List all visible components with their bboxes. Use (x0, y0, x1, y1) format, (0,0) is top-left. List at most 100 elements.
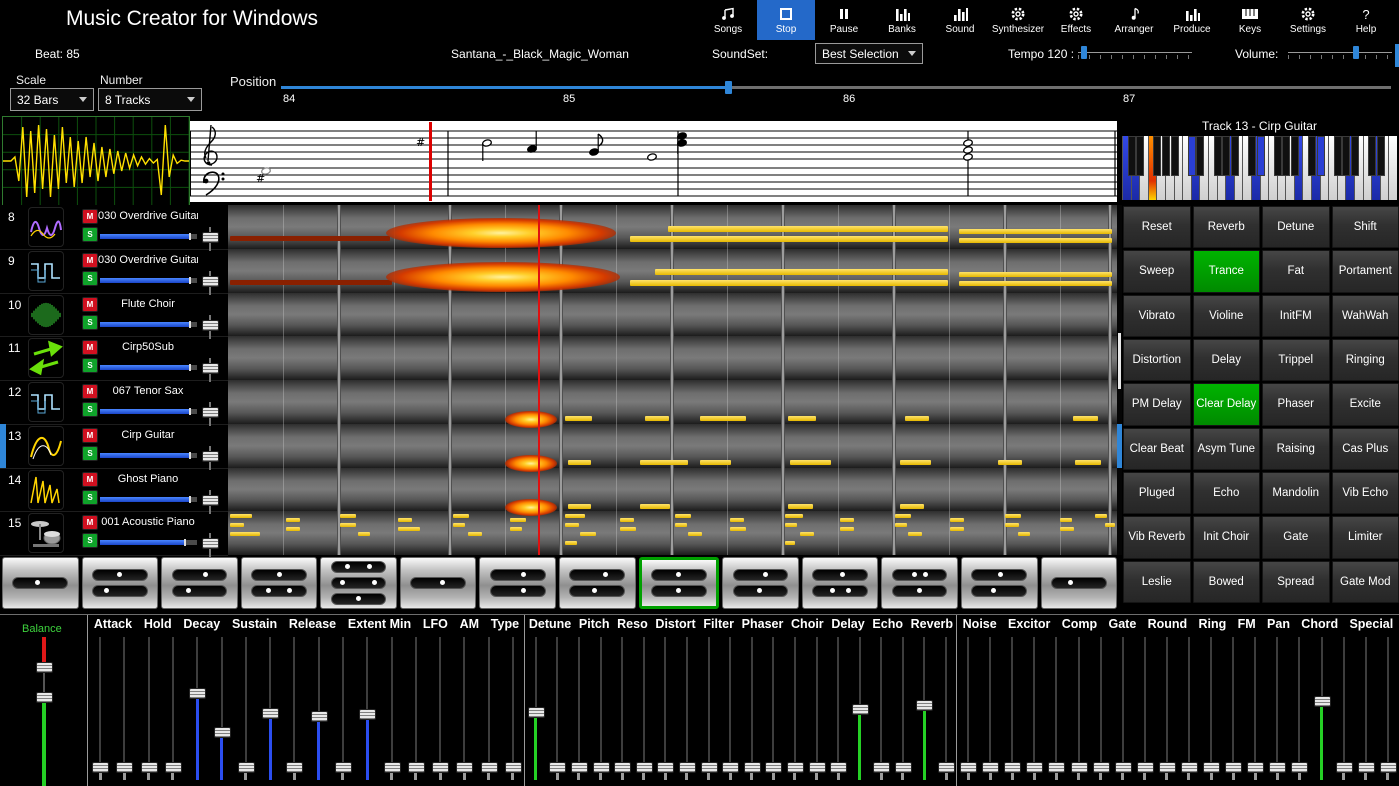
mini-fader-knob[interactable] (202, 320, 219, 331)
fader-knob[interactable] (614, 762, 631, 773)
fader-knob[interactable] (1048, 762, 1065, 773)
fader-knob[interactable] (141, 762, 158, 773)
midi-note[interactable] (565, 541, 577, 545)
midi-note[interactable] (645, 416, 669, 421)
fader-knob[interactable] (1115, 762, 1132, 773)
mixer-fader[interactable] (137, 635, 161, 784)
fader-knob[interactable] (238, 762, 255, 773)
effect-button-initfm[interactable]: InitFM (1262, 295, 1330, 337)
fader-knob[interactable] (679, 762, 696, 773)
midi-note[interactable] (568, 504, 591, 509)
effect-button-pm-delay[interactable]: PM Delay (1123, 383, 1191, 425)
track-volume-slider[interactable] (100, 234, 197, 239)
fader-knob[interactable] (505, 762, 522, 773)
black-key[interactable] (1188, 136, 1196, 176)
mixer-fader[interactable] (1134, 635, 1156, 784)
midi-note[interactable] (675, 523, 687, 527)
preset-button-8[interactable] (559, 557, 636, 609)
black-key[interactable] (1334, 136, 1342, 176)
midi-note[interactable] (959, 281, 1112, 286)
midi-note[interactable] (800, 532, 814, 536)
track-volume-slider[interactable] (100, 322, 197, 327)
mixer-fader[interactable] (112, 635, 136, 784)
track-instrument-icon[interactable] (28, 470, 64, 510)
track-instrument-icon[interactable] (28, 207, 64, 247)
scrollbar-thumb[interactable] (1118, 333, 1121, 389)
midi-note[interactable] (840, 518, 854, 522)
track-instrument-icon[interactable] (28, 426, 64, 466)
effect-button-init-choir[interactable]: Init Choir (1193, 516, 1261, 558)
black-key[interactable] (1231, 136, 1239, 176)
preset-button-2[interactable] (82, 557, 159, 609)
mixer-fader[interactable] (1156, 635, 1178, 784)
black-key[interactable] (1196, 136, 1204, 176)
black-key[interactable] (1153, 136, 1161, 176)
midi-note[interactable] (959, 229, 1112, 234)
fader-knob[interactable] (830, 762, 847, 773)
midi-note[interactable] (900, 460, 931, 465)
midi-note[interactable] (398, 527, 420, 531)
solo-button[interactable]: S (82, 271, 98, 286)
fader-knob[interactable] (1093, 762, 1110, 773)
mixer-fader[interactable] (806, 635, 828, 784)
mini-fader-knob[interactable] (202, 276, 219, 287)
mixer-fader[interactable] (763, 635, 785, 784)
fader-knob[interactable] (384, 762, 401, 773)
midi-note[interactable] (655, 269, 948, 275)
mixer-fader[interactable] (307, 635, 331, 784)
toolbar-item-songs[interactable]: Songs (699, 0, 757, 40)
effect-button-bowed[interactable]: Bowed (1193, 561, 1261, 603)
toolbar-item-help[interactable]: ?Help (1337, 0, 1395, 40)
mixer-fader[interactable] (784, 635, 806, 784)
mixer-fader[interactable] (892, 635, 914, 784)
fader-knob[interactable] (1225, 762, 1242, 773)
fader-knob[interactable] (1159, 762, 1176, 773)
midi-note[interactable] (950, 527, 964, 531)
midi-note[interactable] (1005, 514, 1021, 518)
effect-button-reset[interactable]: Reset (1123, 206, 1191, 248)
midi-note[interactable] (286, 518, 300, 522)
mixer-fader[interactable] (849, 635, 871, 784)
black-key[interactable] (1222, 136, 1230, 176)
effect-button-cas-plus[interactable]: Cas Plus (1332, 428, 1399, 470)
mixer-fader[interactable] (633, 635, 655, 784)
mixer-fader[interactable] (258, 635, 282, 784)
track-volume-handle[interactable] (189, 452, 191, 459)
mini-fader-knob[interactable] (202, 407, 219, 418)
preset-button-7[interactable] (479, 557, 556, 609)
preset-button-1[interactable] (2, 557, 79, 609)
midi-note[interactable] (1005, 523, 1019, 527)
toolbar-item-synthesizer[interactable]: Synthesizer (989, 0, 1047, 40)
mute-button[interactable]: M (82, 384, 98, 399)
mixer-fader[interactable] (1355, 635, 1377, 784)
mute-button[interactable]: M (82, 428, 98, 443)
mute-button[interactable]: M (82, 472, 98, 487)
fader-knob[interactable] (36, 692, 53, 703)
midi-note[interactable] (959, 238, 1112, 243)
mixer-fader[interactable] (477, 635, 501, 784)
preset-button-4[interactable] (241, 557, 318, 609)
fader-knob[interactable] (1071, 762, 1088, 773)
soundset-dropdown[interactable]: Best Selection (815, 43, 923, 64)
midi-note[interactable] (286, 527, 300, 531)
fader-knob[interactable] (456, 762, 473, 773)
midi-note[interactable] (398, 518, 412, 522)
midi-note[interactable] (568, 460, 591, 465)
effect-button-raising[interactable]: Raising (1262, 428, 1330, 470)
black-key[interactable] (1162, 136, 1170, 176)
midi-note[interactable] (453, 514, 469, 518)
mixer-fader[interactable] (1045, 635, 1067, 784)
mixer-fader[interactable] (428, 635, 452, 784)
fader-knob[interactable] (214, 727, 231, 738)
fader-knob[interactable] (36, 662, 53, 673)
balance-fader-2[interactable] (36, 673, 52, 786)
fader-knob[interactable] (1181, 762, 1198, 773)
midi-note[interactable] (1060, 518, 1072, 522)
fader-knob[interactable] (701, 762, 718, 773)
fader-knob[interactable] (359, 709, 376, 720)
fader-knob[interactable] (593, 762, 610, 773)
track-volume-slider[interactable] (100, 453, 197, 458)
mixer-fader[interactable] (1377, 635, 1399, 784)
preset-button-14[interactable] (1041, 557, 1118, 609)
fader-knob[interactable] (722, 762, 739, 773)
